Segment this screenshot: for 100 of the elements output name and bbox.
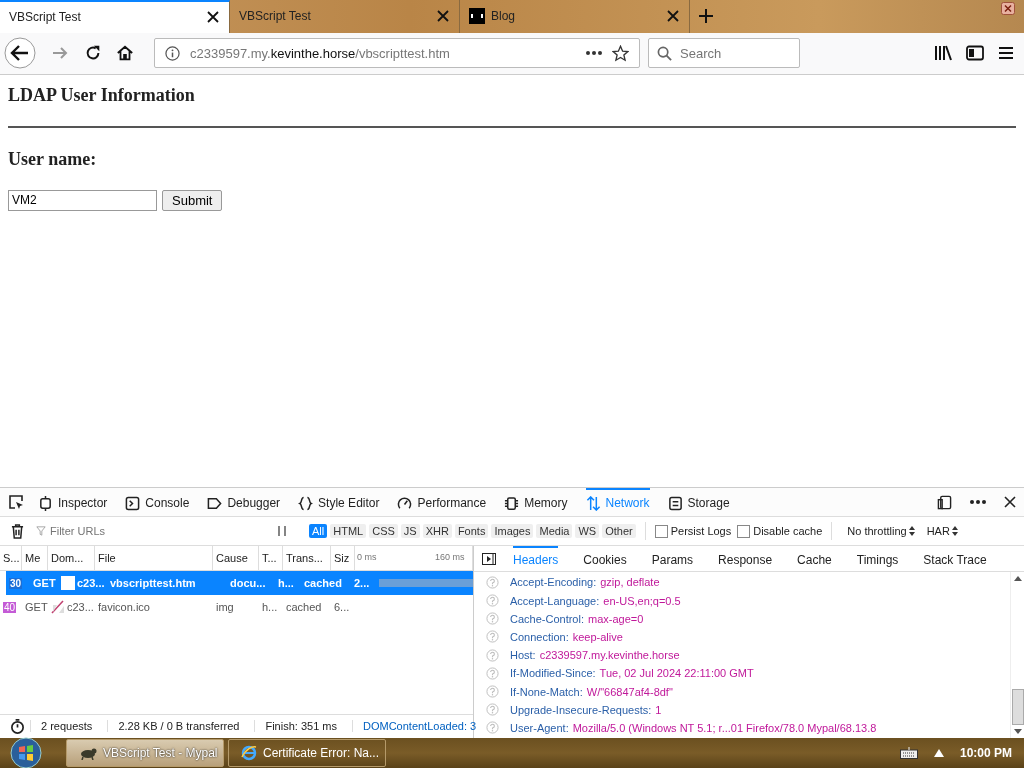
scroll-down-icon[interactable] — [1013, 729, 1022, 734]
browser-tab[interactable]: Blog — [460, 0, 690, 33]
address-bar[interactable]: c2339597.my.kevinthe.horse/vbscripttest.htm — [154, 38, 640, 69]
more-icon[interactable] — [586, 51, 602, 56]
summary-text: 2.28 KB / 0 B transferred — [107, 720, 250, 733]
close-tab-icon[interactable] — [207, 11, 219, 24]
transferred-cell-text: cached — [285, 601, 323, 614]
header-name: Accept-Language: — [510, 594, 600, 607]
header-name: Host: — [510, 649, 536, 662]
header-value: c2339597.my.kevinthe.horse — [539, 649, 680, 662]
submit-button[interactable]: Submit — [162, 189, 223, 211]
info-icon[interactable] — [165, 45, 180, 61]
scroll-thumb[interactable] — [1011, 689, 1024, 725]
url-text: c2339597.my.kevinthe.horse/vbscripttest.htm — [190, 45, 451, 61]
type-filter-button[interactable]: All — [309, 524, 328, 539]
close-tab-icon[interactable] — [667, 10, 679, 23]
more-icon[interactable] — [970, 500, 986, 505]
devtools-tab[interactable]: Memory — [504, 488, 568, 517]
up-arrow-icon[interactable] — [933, 749, 944, 757]
column-header[interactable]: File — [95, 546, 213, 571]
type-filter-button[interactable]: HTML — [330, 524, 367, 539]
close-icon[interactable] — [1004, 496, 1016, 509]
memory-tool-icon — [504, 495, 520, 511]
devtools-tab[interactable]: Storage — [667, 488, 730, 517]
trash-icon[interactable] — [11, 523, 24, 539]
type-filter-button[interactable]: JS — [400, 524, 420, 539]
type-filter-button[interactable]: Media — [536, 524, 573, 539]
header-name: User-Agent: — [510, 721, 569, 734]
column-header[interactable]: Me — [22, 546, 48, 571]
scroll-up-icon[interactable] — [1013, 576, 1022, 582]
type-cell-text: h... — [261, 601, 279, 614]
har-dropdown[interactable]: HAR — [926, 525, 958, 538]
panel-toggle-icon[interactable] — [482, 552, 496, 565]
library-icon[interactable] — [934, 45, 952, 62]
browser-tab[interactable]: VBScript Test — [230, 0, 460, 33]
taskbar-button[interactable]: Certificate Error: Na... — [228, 739, 386, 767]
cause-cell-text: docu... — [229, 577, 267, 590]
search-field[interactable]: Search — [648, 38, 800, 69]
checkbox[interactable] — [654, 524, 668, 538]
column-header[interactable]: T... — [259, 546, 283, 571]
detail-tab[interactable]: Stack Trace — [923, 546, 987, 572]
detail-tab[interactable]: Response — [718, 546, 773, 572]
element-picker-icon[interactable] — [8, 494, 24, 511]
detail-tab[interactable]: Params — [651, 546, 694, 572]
column-header[interactable]: S... — [0, 546, 22, 571]
devtools-tab[interactable]: Performance — [397, 488, 487, 517]
column-header[interactable]: Cause — [213, 546, 259, 571]
home-icon[interactable] — [116, 44, 134, 63]
back-icon[interactable] — [4, 37, 36, 70]
summary-text: Finish: 351 ms — [254, 720, 347, 733]
pause-icon[interactable] — [277, 525, 287, 538]
start-button[interactable] — [10, 737, 42, 768]
dock-icon[interactable] — [937, 494, 952, 510]
user-name-field[interactable]: VM2 — [8, 189, 157, 211]
type-cell-text: h... — [277, 577, 295, 590]
detail-tab[interactable]: Timings — [856, 546, 899, 572]
header-value: keep-alive — [572, 631, 623, 643]
console-tool-icon — [125, 495, 141, 511]
column-header[interactable]: Siz — [331, 546, 355, 571]
method-cell-text: GET — [32, 577, 56, 590]
new-tab-icon[interactable] — [699, 9, 713, 24]
header-name: Connection: — [510, 631, 569, 643]
file-cell-text: vbscripttest.htm — [109, 577, 197, 590]
header-value: Tue, 02 Jul 2024 22:11:00 GMT — [599, 667, 754, 680]
type-filter-button[interactable]: Other — [602, 524, 636, 539]
devtools-tab[interactable]: Console — [125, 488, 190, 517]
detail-tab[interactable]: Cookies — [583, 546, 627, 572]
scrollbar[interactable] — [1010, 572, 1024, 738]
window-close-icon[interactable] — [1001, 2, 1015, 15]
header-value: max-age=0 — [588, 612, 644, 625]
menu-icon[interactable] — [998, 46, 1014, 61]
column-header[interactable]: Trans... — [283, 546, 331, 571]
type-filter-button[interactable]: XHR — [422, 524, 452, 539]
keyboard-icon[interactable] — [899, 747, 918, 759]
form-label: User name: — [8, 148, 98, 170]
header-value: 1 — [655, 703, 662, 716]
sidebar-icon[interactable] — [966, 45, 984, 62]
type-filter-button[interactable]: Fonts — [454, 524, 489, 539]
detail-tab[interactable]: Headers — [513, 546, 559, 572]
detail-tab[interactable]: Cache — [797, 546, 832, 572]
request-row[interactable]: 40 GET c23... favicon.ico img h... cached 6... — [0, 595, 473, 620]
checkbox[interactable] — [737, 524, 751, 538]
star-icon[interactable] — [612, 44, 629, 62]
devtools-tab[interactable]: Debugger — [207, 488, 281, 517]
devtools-tab[interactable]: Inspector — [38, 488, 108, 517]
type-filter-button[interactable]: CSS — [369, 524, 398, 539]
devtools-tab[interactable]: Style Editor — [298, 488, 380, 517]
devtools-tab[interactable]: Network — [585, 488, 650, 517]
header-name: If-None-Match: — [510, 685, 583, 698]
browser-tab[interactable]: VBScript Test — [0, 0, 230, 33]
throttling-dropdown[interactable]: No throttling — [847, 525, 915, 538]
transferred-cell-text: cached — [303, 577, 343, 590]
request-row[interactable]: 30 GET c23... vbscripttest.htm docu... h... cached 2... — [6, 571, 473, 596]
type-filter-button[interactable]: WS — [575, 524, 600, 539]
domain-cell: c23... — [67, 601, 94, 614]
close-tab-icon[interactable] — [437, 10, 449, 23]
stopwatch-icon[interactable] — [10, 719, 25, 734]
status-code: 30 — [9, 577, 23, 589]
column-header[interactable]: Dom... — [48, 546, 95, 571]
type-filter-button[interactable]: Images — [491, 524, 534, 539]
